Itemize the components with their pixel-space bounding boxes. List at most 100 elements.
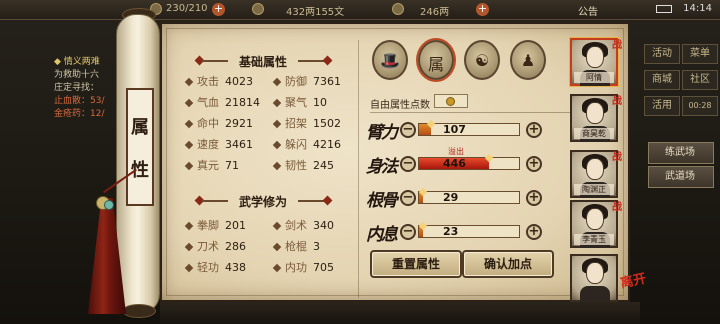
- stat-bullet-icon: [184, 140, 194, 150]
- basic-stat: 聚气 10: [272, 94, 327, 110]
- stat-bullet-icon: [272, 77, 282, 87]
- ingot-value: 246两: [420, 7, 450, 18]
- stat-value: 245: [313, 159, 334, 172]
- taiji-icon-button[interactable]: ☯: [464, 40, 500, 80]
- increase-attribute-button[interactable]: +: [526, 156, 542, 172]
- community-button[interactable]: 社区: [682, 70, 718, 90]
- meridian-figure-icon-button[interactable]: ♟: [510, 40, 546, 80]
- portrait-face: [586, 46, 604, 68]
- basic-stat: 命中 2921: [184, 115, 253, 131]
- stat-label: 真元: [197, 159, 219, 172]
- activity-button[interactable]: 活动: [644, 44, 680, 64]
- party-member-portrait[interactable]: 商昊乾 战: [570, 94, 622, 142]
- stat-label: 聚气: [285, 96, 307, 109]
- stat-label: 轻功: [197, 261, 219, 274]
- overflow-label: 溢出: [448, 147, 464, 156]
- party-member-name: 陶渊正: [574, 184, 614, 195]
- bottom-toolbar: [160, 302, 640, 324]
- stat-value: 2921: [225, 117, 253, 130]
- attribute-bar: 446: [418, 153, 520, 170]
- stat-value: 4216: [313, 138, 341, 151]
- stat-label: 速度: [197, 138, 219, 151]
- coin-icon: [446, 97, 455, 106]
- stat-label: 躲闪: [285, 138, 307, 151]
- stat-label: 命中: [197, 117, 219, 130]
- attribute-name: 根骨: [366, 191, 398, 211]
- attribute-value: 23: [443, 225, 459, 238]
- increase-attribute-button[interactable]: +: [526, 190, 542, 206]
- basic-stat: 躲闪 4216: [272, 136, 341, 152]
- portrait-face: [586, 158, 604, 180]
- attribute-name: 身法: [366, 157, 398, 177]
- free-points-label: 自由属性点数: [370, 100, 430, 111]
- shop-button[interactable]: 商城: [644, 70, 680, 90]
- stat-bullet-icon: [272, 98, 282, 108]
- martial-stat: 刀术 286: [184, 238, 246, 254]
- stat-value: 10: [313, 96, 327, 109]
- decrease-attribute-button[interactable]: −: [400, 224, 416, 240]
- stat-label: 剑术: [285, 219, 307, 232]
- stat-label: 招架: [285, 117, 307, 130]
- portrait-face: [586, 102, 604, 124]
- add-stamina-button[interactable]: +: [212, 3, 225, 16]
- event-button[interactable]: 活用: [644, 96, 680, 116]
- stat-bullet-icon: [272, 263, 282, 273]
- hat-icon-button[interactable]: 🎩: [372, 40, 408, 80]
- stat-bullet-icon: [272, 221, 282, 231]
- notice-link[interactable]: 公告: [578, 3, 598, 18]
- martial-stat: 内功 705: [272, 259, 334, 275]
- reset-attributes-button[interactable]: 重置属性: [370, 250, 462, 278]
- party-member-portrait[interactable]: [570, 254, 618, 302]
- meridian-figure-icon: ♟: [520, 51, 536, 70]
- attributes-tab[interactable]: 属 性: [126, 88, 154, 206]
- money-value: 432两155文: [286, 7, 345, 18]
- party-member-name: 李青玉: [574, 234, 614, 245]
- clock: 14:14: [683, 3, 712, 14]
- basic-stat: 速度 3461: [184, 136, 253, 152]
- stat-label: 攻击: [197, 75, 219, 88]
- confirm-points-button[interactable]: 确认加点: [462, 250, 554, 278]
- in-battle-badge: 战: [612, 152, 622, 163]
- portrait-face: [586, 208, 604, 230]
- stat-label: 拳脚: [197, 219, 219, 232]
- stat-value: 340: [313, 219, 334, 232]
- stat-bullet-icon: [184, 242, 194, 252]
- decrease-attribute-button[interactable]: −: [400, 156, 416, 172]
- party-member-portrait[interactable]: 陶渊正 战: [570, 150, 622, 198]
- stat-value: 438: [225, 261, 246, 274]
- attribute-bar-fill: [419, 119, 436, 135]
- basic-stat: 真元 71: [184, 157, 239, 173]
- event-timer: 00:28: [682, 96, 718, 116]
- stat-bullet-icon: [184, 77, 194, 87]
- martial-stat: 轻功 438: [184, 259, 246, 275]
- attribute-name: 臂力: [366, 123, 398, 143]
- stat-bullet-icon: [272, 119, 282, 129]
- attribute-bar-fill: [418, 221, 428, 237]
- training-ground-button[interactable]: 练武场: [648, 142, 714, 164]
- increase-attribute-button[interactable]: +: [526, 224, 542, 240]
- party-member-portrait[interactable]: 阿情 战: [570, 38, 622, 86]
- martial-stat: 枪棍 3: [272, 238, 320, 254]
- attribute-book-icon: 属: [427, 55, 444, 74]
- taiji-icon: ☯: [474, 51, 490, 70]
- portrait-face: [586, 262, 604, 284]
- add-ingot-button[interactable]: +: [476, 3, 489, 16]
- stat-label: 刀术: [197, 240, 219, 253]
- stat-value: 286: [225, 240, 246, 253]
- increase-attribute-button[interactable]: +: [526, 122, 542, 138]
- menu-button[interactable]: 菜单: [682, 44, 718, 64]
- stat-value: 3: [313, 240, 320, 253]
- stat-bullet-icon: [184, 161, 194, 171]
- martial-hall-button[interactable]: 武道场: [648, 166, 714, 188]
- title-ornament-line: [298, 200, 324, 202]
- attribute-bar-fill: [418, 187, 428, 203]
- stat-bullet-icon: [184, 98, 194, 108]
- stat-bullet-icon: [272, 140, 282, 150]
- party-member-portrait[interactable]: 李青玉 战: [570, 200, 622, 248]
- attribute-book-icon-button[interactable]: 属: [418, 40, 454, 80]
- decrease-attribute-button[interactable]: −: [400, 190, 416, 206]
- attribute-bar: 107: [418, 119, 520, 136]
- decrease-attribute-button[interactable]: −: [400, 122, 416, 138]
- stamina-value: 230/210: [166, 3, 208, 14]
- martial-cultivation-title: 武学修为: [238, 195, 287, 209]
